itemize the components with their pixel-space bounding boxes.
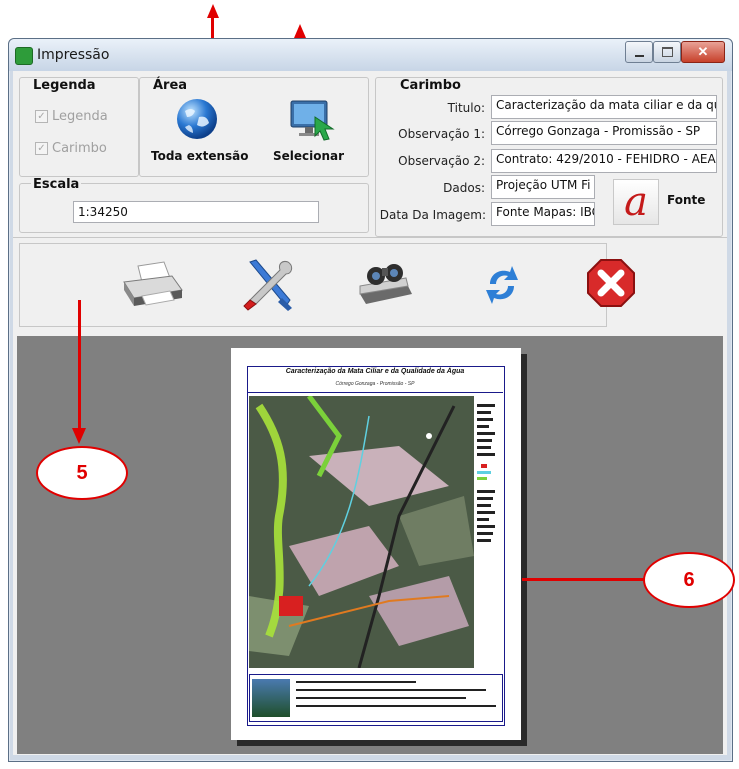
fonte-button[interactable]: a Fonte [611,177,715,227]
refresh-icon[interactable] [482,264,522,306]
print-preview-area: Caracterização da Mata Ciliar e da Quali… [17,336,723,754]
stamp-logo [252,679,290,717]
monitor-select-icon [290,100,335,141]
tools-icon[interactable] [242,256,296,312]
window-title: Impressão [37,47,110,63]
toda-extensao-label: Toda extensão [151,149,249,163]
preview-page: Caracterização da Mata Ciliar e da Quali… [231,348,521,740]
selecionar-label: Selecionar [273,149,345,163]
close-icon: ✕ [697,44,709,59]
window-client: Legenda ✓ Legenda ✓ Carimbo Área Toda ex… [13,71,727,755]
escala-input[interactable] [73,201,319,223]
preview-title: Caracterização da Mata Ciliar e da Quali… [285,368,465,375]
legenda-group-label: Legenda [31,78,98,93]
observacao1-label: Observação 1: [398,127,485,141]
selecionar-button[interactable]: Selecionar [267,95,359,171]
preview-subtitle: Córrego Gonzaga - Promissão - SP [335,381,415,387]
minimize-icon [634,54,644,57]
carimbo-group-label: Carimbo [398,78,463,93]
titulo-input[interactable]: Caracterização da mata ciliar e da quali… [491,95,717,119]
data-imagem-input[interactable]: Fonte Mapas: IBG [491,202,595,226]
checkbox-checked-icon: ✓ [35,110,48,123]
preview-map-image [249,396,474,668]
close-button[interactable]: ✕ [681,41,725,63]
globe-icon [177,99,217,139]
legenda-checkbox[interactable]: ✓ Legenda [35,109,108,124]
binoculars-icon[interactable] [358,260,414,308]
carimbo-checkbox-label: Carimbo [52,141,107,156]
observacao1-input[interactable]: Córrego Gonzaga - Promissão - SP [491,121,717,145]
callout-5: 5 [36,446,128,500]
font-glyph: a [624,179,648,225]
toda-extensao-button[interactable]: Toda extensão [149,95,249,171]
checkbox-checked-icon: ✓ [35,142,48,155]
action-toolbar [19,243,635,327]
legenda-checkbox-label: Legenda [52,109,108,124]
maximize-button[interactable] [653,41,681,63]
area-group-label: Área [151,78,190,93]
observacao2-input[interactable]: Contrato: 429/2010 - FEHIDRO - AEAP [491,149,717,173]
maximize-icon [661,47,673,57]
observacao2-label: Observação 2: [398,154,485,168]
cancel-icon[interactable] [586,258,636,308]
print-window: Impressão ✕ Legenda ✓ Legenda ✓ Carimbo … [8,38,733,762]
dados-input[interactable]: Projeção UTM Fi [491,175,595,199]
dados-label: Dados: [443,181,485,195]
app-icon [15,47,33,65]
callout-6: 6 [643,552,735,608]
title-bar[interactable]: Impressão ✕ [9,39,732,71]
escala-group-label: Escala [31,177,82,192]
minimize-button[interactable] [625,41,653,63]
data-imagem-label: Data Da Imagem: [379,208,486,222]
font-icon: a [613,179,659,225]
preview-stamp [249,674,503,722]
carimbo-checkbox[interactable]: ✓ Carimbo [35,141,107,156]
title-divider [247,392,503,393]
titulo-label: Titulo: [447,101,485,115]
printer-icon[interactable] [120,260,186,310]
section-divider [13,237,727,238]
fonte-label: Fonte [667,193,706,207]
preview-legend [477,400,501,650]
